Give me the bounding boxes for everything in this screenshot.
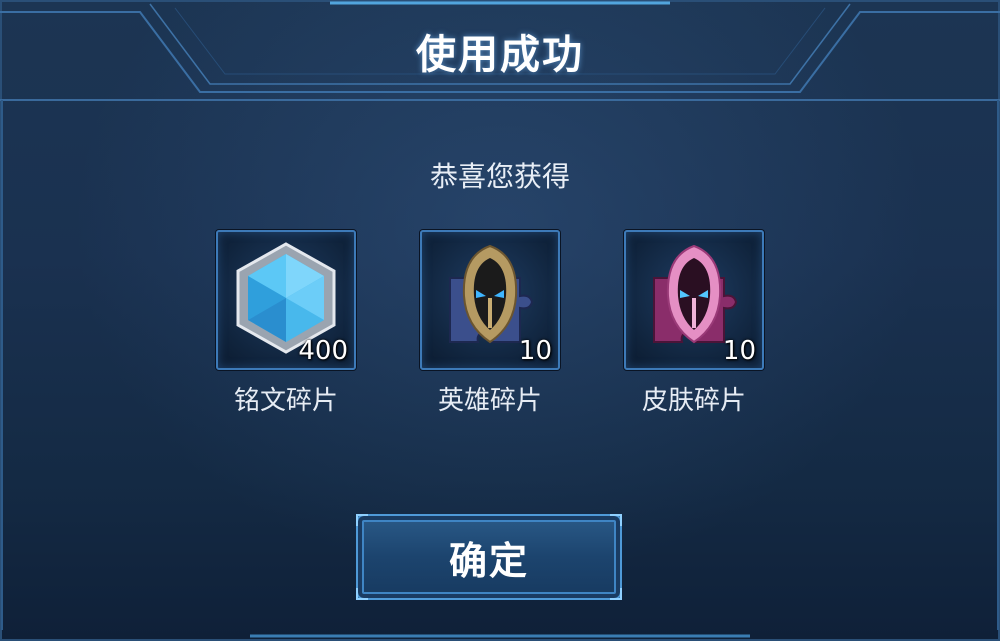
reward-item-skin[interactable]: 10 皮肤碎片 (624, 230, 764, 417)
reward-item-hero[interactable]: 10 英雄碎片 (420, 230, 560, 417)
reward-dialog: 使用成功 恭喜您获得 400 铭文碎片 10 英雄碎片 10 皮肤碎片 确定 (0, 0, 1000, 641)
reward-count: 400 (298, 336, 348, 366)
button-corner (356, 588, 368, 600)
reward-icon-frame[interactable]: 10 (420, 230, 560, 370)
reward-count: 10 (722, 336, 756, 366)
button-corner (610, 514, 622, 526)
confirm-button[interactable]: 确定 (356, 514, 622, 600)
button-corner (610, 588, 622, 600)
reward-icon-frame[interactable]: 10 (624, 230, 764, 370)
confirm-button-label: 确定 (448, 538, 529, 583)
reward-icon-frame[interactable]: 400 (216, 230, 356, 370)
reward-count: 10 (518, 336, 552, 366)
dialog-title: 使用成功 (416, 32, 584, 78)
reward-name: 皮肤碎片 (641, 386, 746, 416)
reward-name: 英雄碎片 (437, 386, 542, 416)
reward-name: 铭文碎片 (233, 386, 338, 416)
dialog-subtitle: 恭喜您获得 (429, 160, 570, 193)
reward-item-inscription[interactable]: 400 铭文碎片 (216, 230, 356, 417)
button-corner (356, 514, 368, 526)
